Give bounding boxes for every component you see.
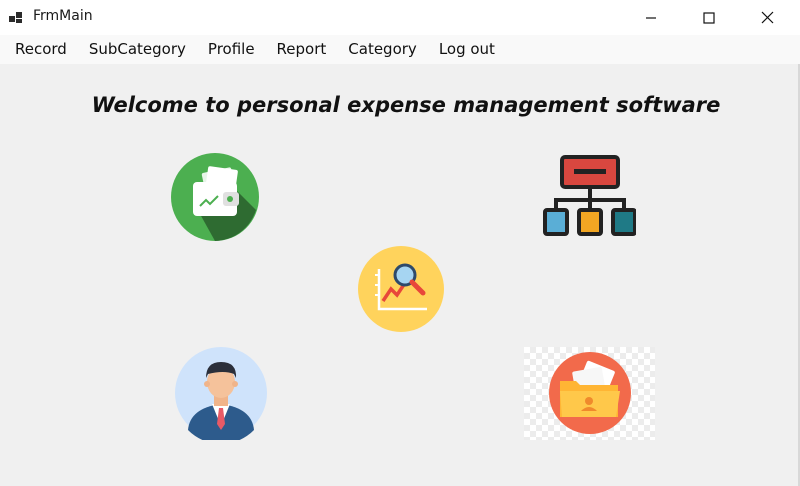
folder-icon[interactable] <box>548 351 632 435</box>
minimize-button[interactable] <box>628 0 674 35</box>
menu-item-profile[interactable]: Profile <box>197 35 266 64</box>
close-button[interactable] <box>744 0 790 35</box>
minimize-icon <box>646 16 656 19</box>
welcome-heading: Welcome to personal expense management s… <box>91 93 721 117</box>
menu-bar: Record SubCategory Profile Report Catego… <box>0 35 800 64</box>
menu-item-report[interactable]: Report <box>266 35 338 64</box>
report-chart-icon[interactable] <box>357 245 445 333</box>
profile-user-icon[interactable] <box>174 346 268 440</box>
menu-item-logout[interactable]: Log out <box>428 35 506 64</box>
wallet-icon[interactable] <box>170 152 260 242</box>
maximize-button[interactable] <box>686 0 732 35</box>
maximize-icon <box>703 11 715 24</box>
close-icon <box>761 11 773 24</box>
menu-item-category[interactable]: Category <box>337 35 428 64</box>
window-title: FrmMain <box>33 8 93 24</box>
title-bar[interactable]: FrmMain <box>0 0 800 35</box>
windows-app-icon <box>9 12 22 23</box>
menu-item-subcategory[interactable]: SubCategory <box>78 35 197 64</box>
main-window: FrmMain Record SubCategory Profile Repor… <box>0 0 800 486</box>
category-hierarchy-icon[interactable] <box>542 154 636 238</box>
menu-item-record[interactable]: Record <box>0 35 78 64</box>
